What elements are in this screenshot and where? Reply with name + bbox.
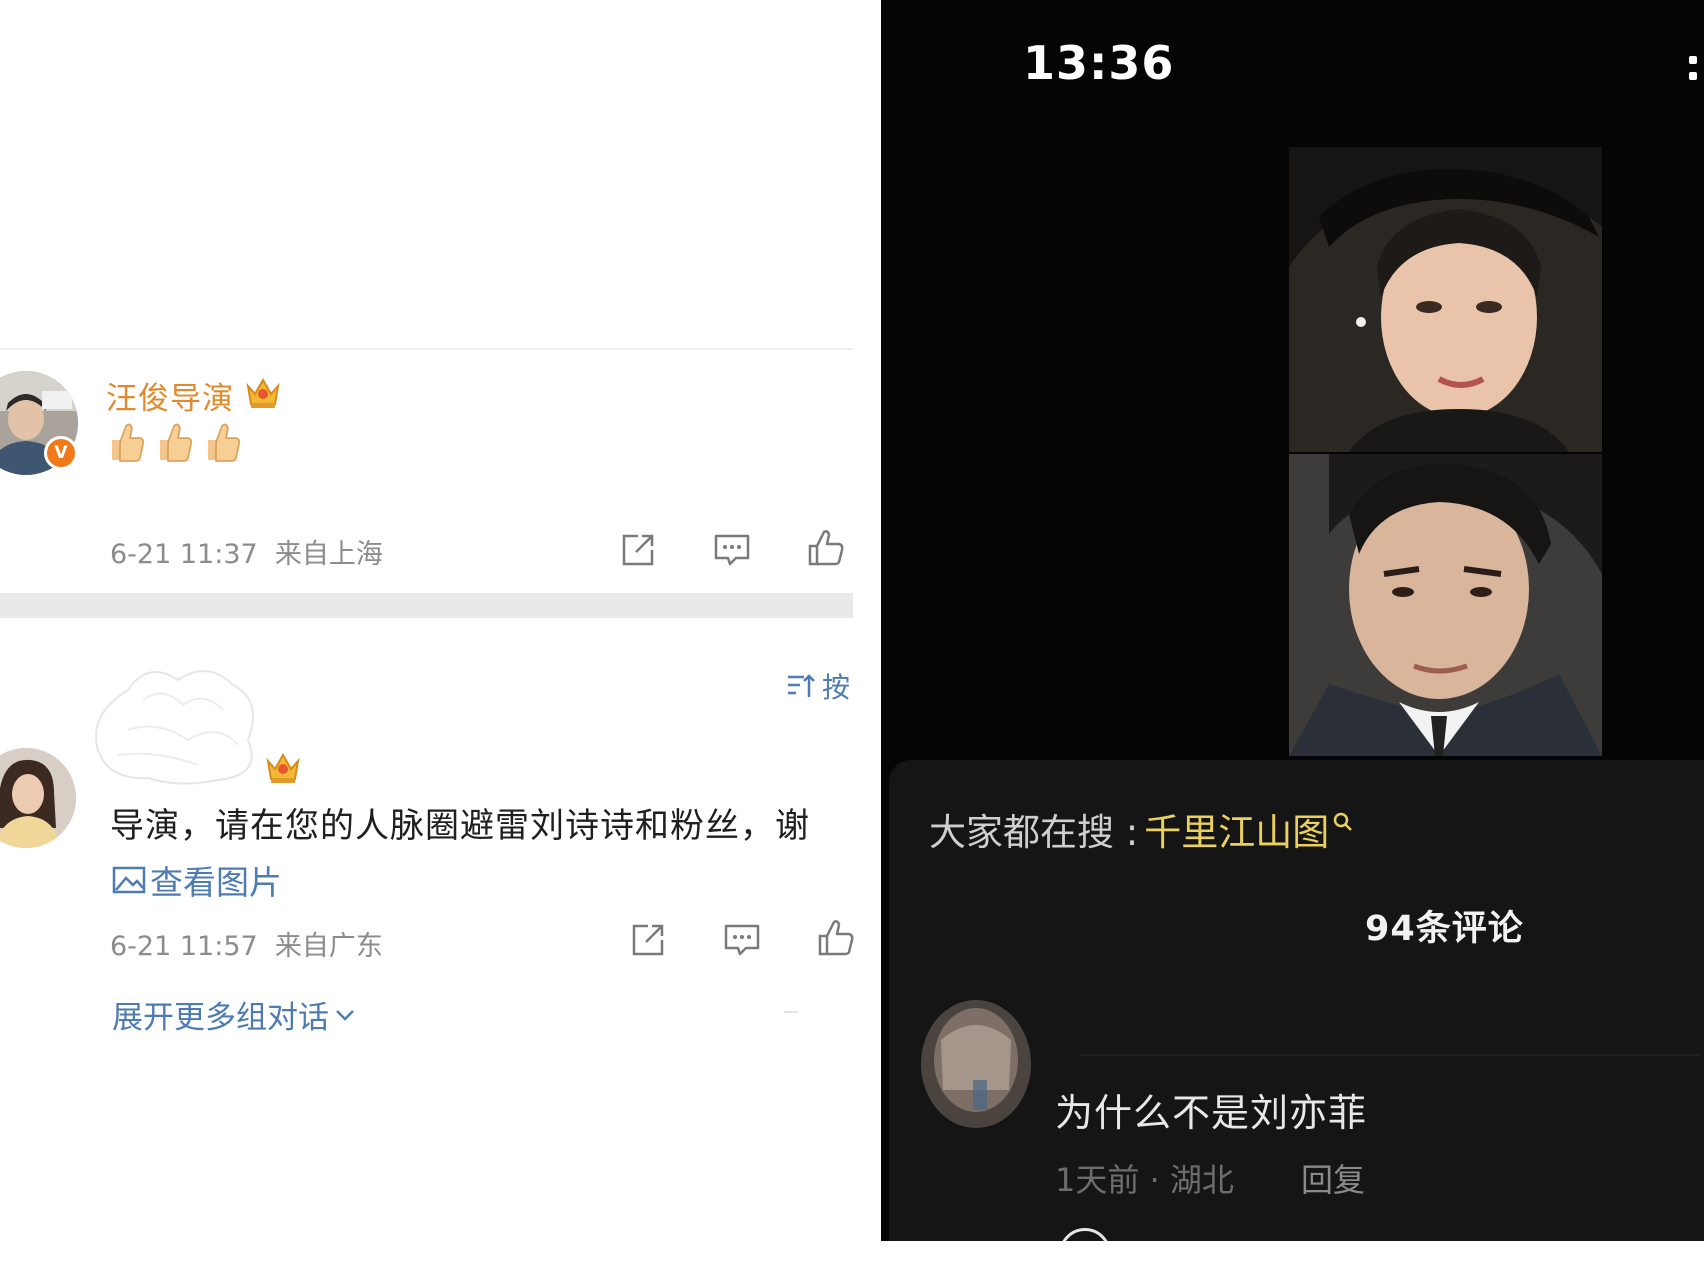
weibo-panel: V 汪俊导演 6-21 11:37 来自上海 按 导演，请在您的人脉圈避雷刘诗诗…	[0, 0, 881, 1278]
crown-icon	[266, 752, 300, 783]
timestamp: 6-21 11:37	[110, 539, 258, 570]
search-icon	[1333, 812, 1353, 831]
thumbs-up-icon	[208, 423, 240, 462]
share-icon[interactable]	[618, 530, 658, 570]
comment-meta: 1天前 · 湖北	[1055, 1161, 1234, 1199]
username[interactable]: 汪俊导演	[106, 373, 234, 418]
divider	[0, 348, 853, 350]
thumbs-up-icon	[112, 423, 144, 462]
sort-label: 按	[822, 671, 851, 704]
trending-prefix: 大家都在搜 :	[929, 811, 1139, 854]
expand-label: 展开更多组对话	[112, 1000, 329, 1036]
verified-v-icon: V	[44, 436, 78, 470]
trending-search[interactable]: 大家都在搜 : 千里江山图	[929, 802, 1355, 856]
redacted-username-scribble	[95, 670, 254, 785]
crown-icon	[246, 377, 280, 408]
expand-conversation-link[interactable]: 展开更多组对话	[112, 992, 355, 1037]
section-divider	[0, 593, 853, 618]
image-icon	[112, 866, 146, 894]
share-icon[interactable]	[628, 920, 668, 960]
comment-text: 导演，请在您的人脉圈避雷刘诗诗和粉丝，谢	[110, 806, 810, 846]
sort-button[interactable]: 按	[786, 666, 850, 706]
actress-still	[1289, 147, 1602, 452]
divider	[1081, 1054, 1701, 1056]
comment-icon[interactable]	[712, 530, 752, 570]
video-comments-panel: 13:36 大家都在搜: 千里江山图 94条评论 为什么不是刘亦菲 1天前 ·…	[881, 0, 1704, 1241]
location: 来自广东	[274, 931, 383, 962]
emoji-row	[106, 420, 242, 464]
more-icon[interactable]	[1689, 56, 1701, 88]
status-clock: 13:36	[1023, 36, 1175, 90]
view-image-link[interactable]: 查看图片	[112, 856, 282, 904]
divider	[784, 1011, 798, 1013]
thumbs-up-icon	[160, 423, 192, 462]
avatar[interactable]	[921, 1000, 1031, 1128]
bottom-margin	[881, 1241, 1704, 1278]
timestamp: 6-21 11:57	[110, 931, 258, 962]
avatar[interactable]	[0, 748, 76, 848]
location: 来自上海	[274, 539, 383, 570]
chevron-down-icon	[336, 1009, 354, 1021]
comment-icon[interactable]	[722, 920, 762, 960]
like-icon[interactable]	[806, 528, 846, 568]
view-image-label: 查看图片	[150, 863, 282, 902]
trending-term[interactable]: 千里江山图	[1144, 802, 1329, 856]
reply-button[interactable]: 回复	[1301, 1155, 1365, 1201]
comment-meta: 6-21 11:57 来自广东	[110, 924, 383, 963]
comment-text: 为什么不是刘亦菲	[1055, 1091, 1368, 1135]
sort-icon	[788, 674, 815, 697]
actor-still	[1289, 454, 1602, 756]
comment-count: 94条评论	[1365, 909, 1524, 949]
like-icon[interactable]	[816, 918, 856, 958]
post-meta: 6-21 11:37 来自上海	[110, 532, 383, 571]
